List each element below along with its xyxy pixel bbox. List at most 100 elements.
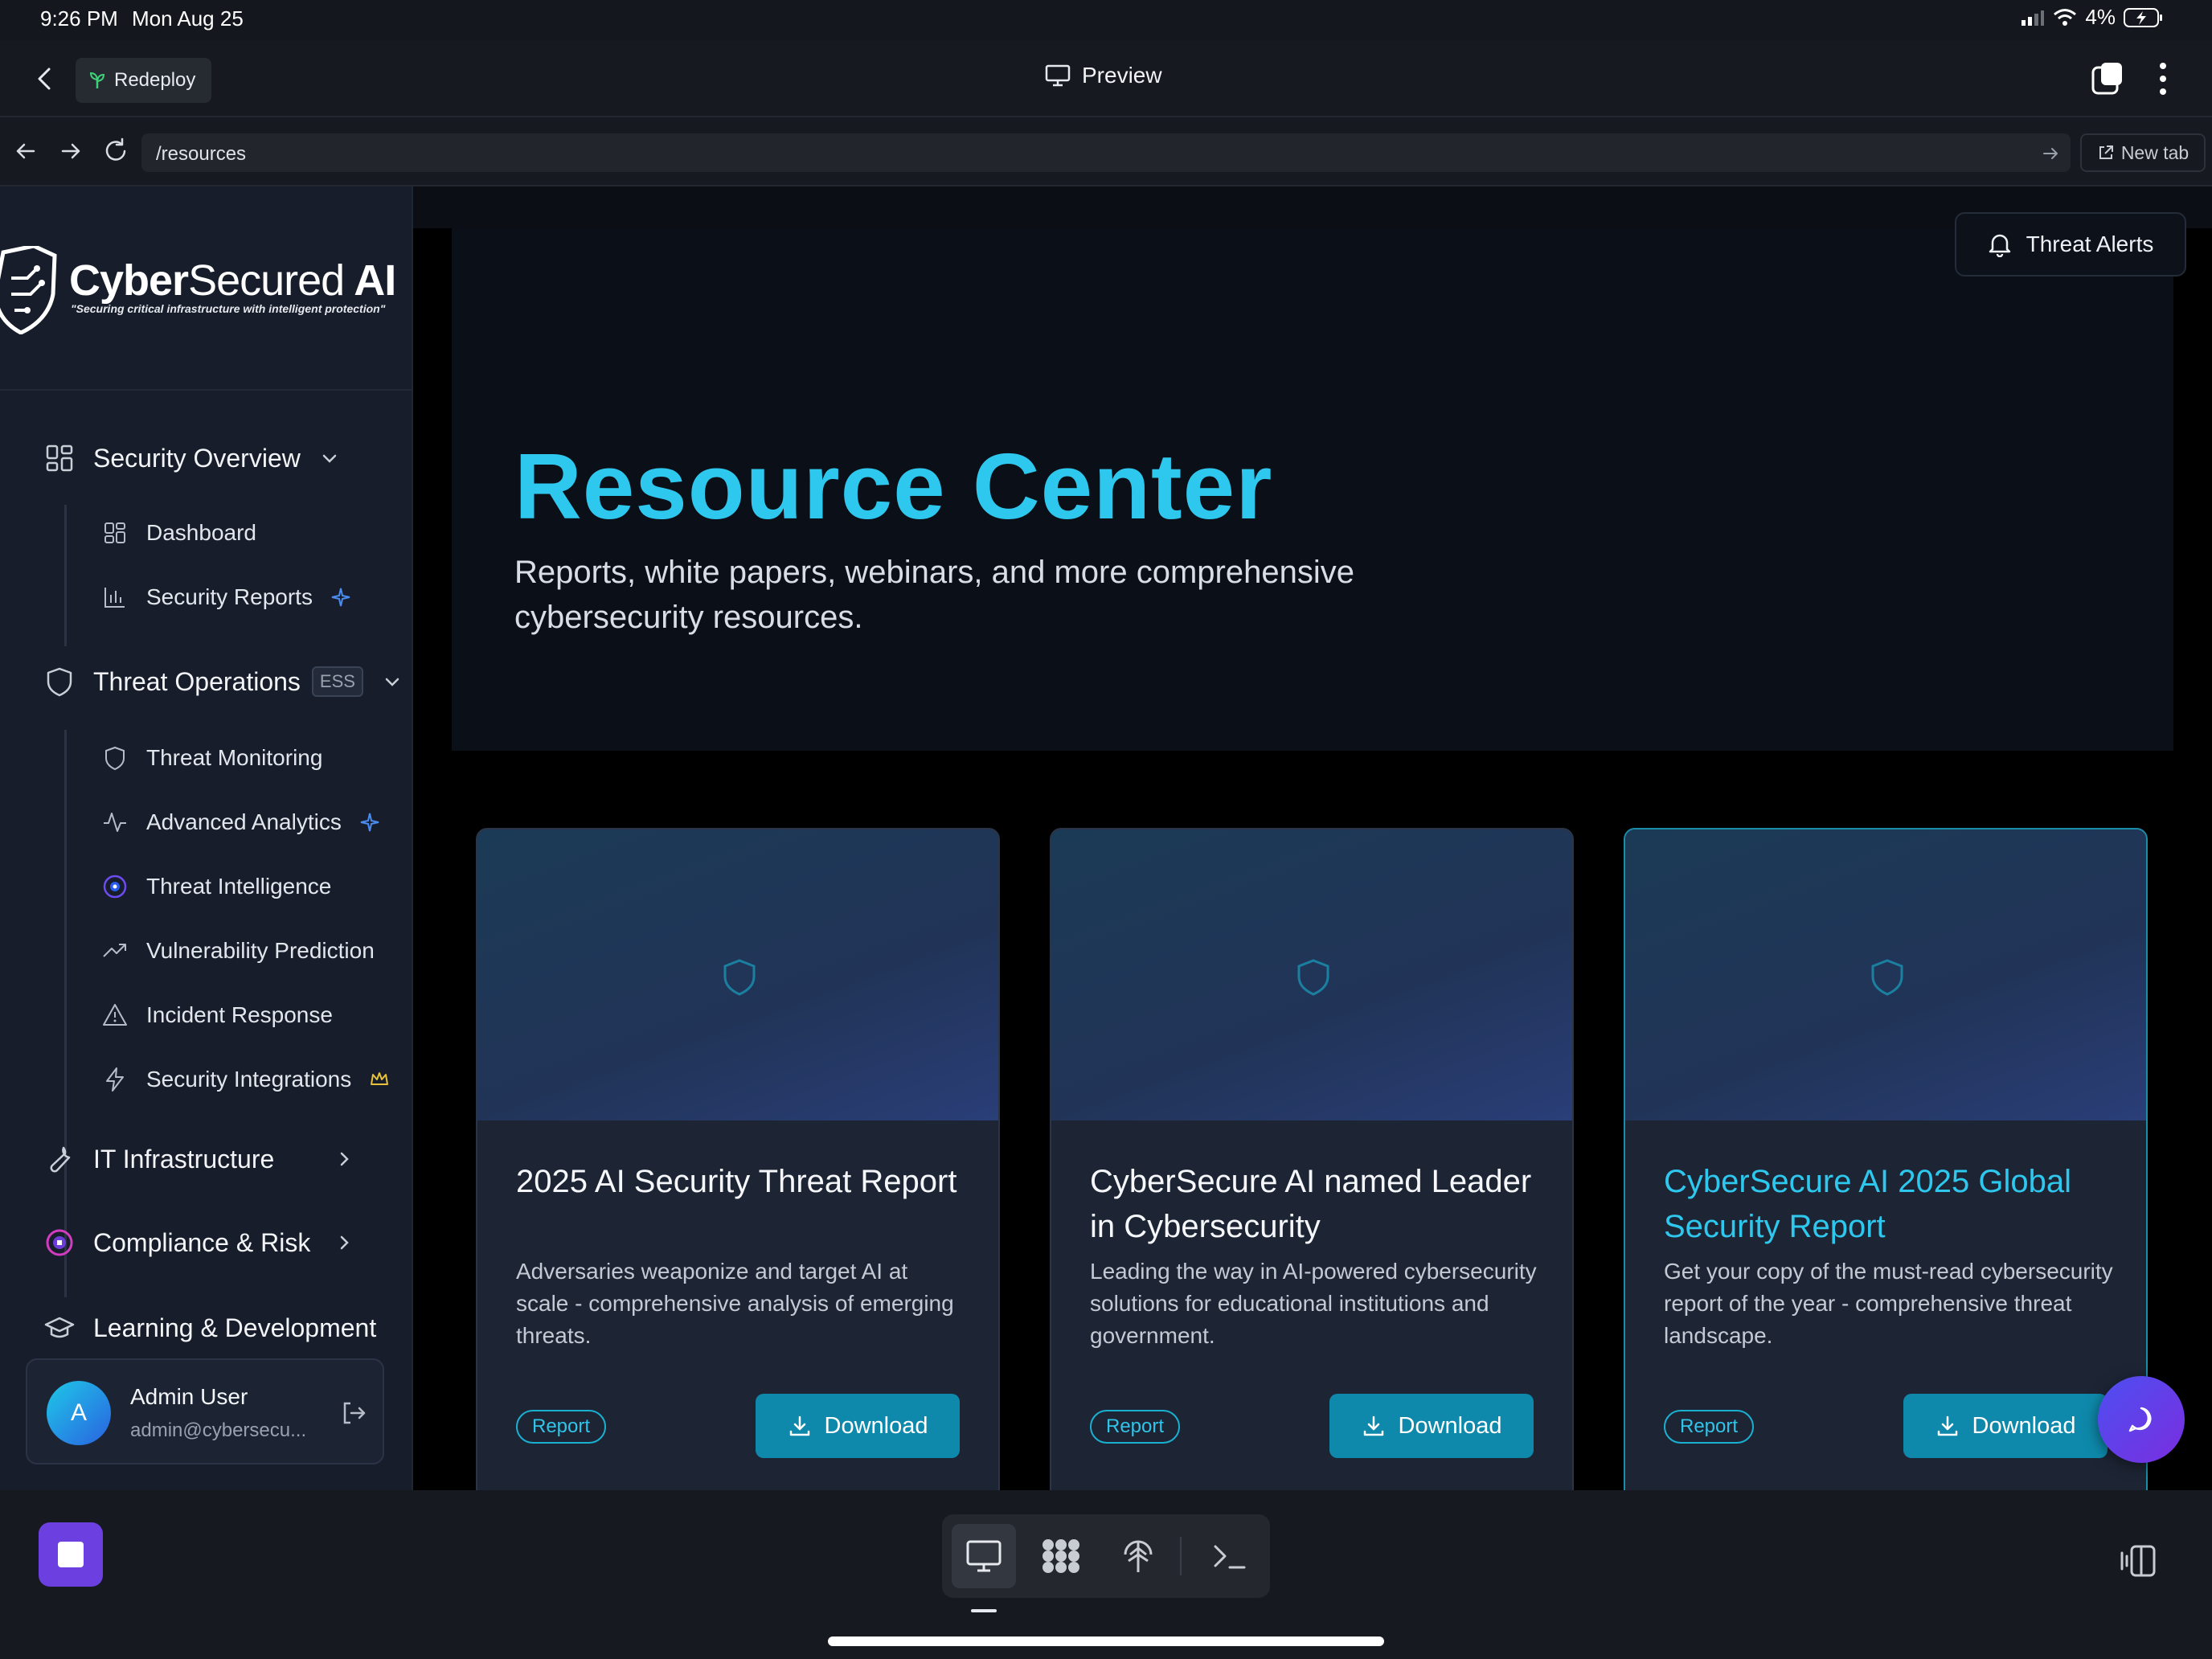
sidebar-item-label: Advanced Analytics: [146, 809, 342, 834]
sidebar-item-dashboard[interactable]: Dashboard: [101, 519, 256, 547]
nav-group-threat-operations[interactable]: Threat Operations ESS: [43, 666, 403, 698]
redeploy-button[interactable]: Redeploy: [76, 58, 212, 103]
browser-back-button[interactable]: [10, 135, 42, 167]
page-title: Resource Center: [514, 434, 1273, 539]
sidebar-item-incident-response[interactable]: Incident Response: [101, 1002, 333, 1029]
ess-badge: ESS: [311, 666, 363, 697]
go-button[interactable]: [2038, 141, 2062, 166]
sprout-icon: [88, 71, 106, 90]
download-icon: [789, 1415, 809, 1436]
arrow-right-icon: [61, 143, 80, 159]
nav-group-security-overview[interactable]: Security Overview: [43, 442, 341, 474]
graduation-cap-icon: [44, 1317, 75, 1338]
back-button[interactable]: [29, 63, 61, 95]
threat-alerts-label: Threat Alerts: [2026, 231, 2154, 256]
alert-triangle-icon: [103, 1004, 127, 1026]
sidebar-panel-icon: [2120, 1545, 2156, 1577]
main-content: Resource Center Reports, white papers, w…: [413, 186, 2212, 1490]
url-input[interactable]: /resources: [141, 133, 2071, 172]
more-options-button[interactable]: [2151, 59, 2175, 98]
sidebar-item-label: Dashboard: [146, 520, 256, 545]
bottom-toolbar: [0, 1490, 2212, 1659]
sidebar-item-security-reports[interactable]: Security Reports: [101, 584, 351, 611]
sparkle-icon: [360, 813, 379, 832]
card-title: CyberSecure AI named Leader in Cybersecu…: [1090, 1164, 1532, 1244]
brand-name-suffix: AI: [354, 256, 396, 305]
preview-tool-button[interactable]: [952, 1524, 1016, 1588]
brand-name: CyberSecured AI: [69, 256, 396, 305]
shield-icon: [47, 667, 72, 697]
monitor-icon: [966, 1540, 1002, 1572]
chat-button[interactable]: [2098, 1376, 2185, 1463]
nav-group-it-infrastructure[interactable]: IT Infrastructure: [43, 1143, 355, 1175]
nodes-icon: [1043, 1539, 1079, 1573]
home-indicator: [828, 1636, 1384, 1646]
sidebar-item-advanced-analytics[interactable]: Advanced Analytics: [101, 809, 380, 836]
nav-group-label: IT Infrastructure: [93, 1144, 275, 1174]
chevron-right-icon: [340, 1152, 349, 1166]
sidebar-item-label: Threat Monitoring: [146, 745, 323, 770]
tabs-button[interactable]: [2090, 61, 2125, 96]
more-vertical-icon: [2160, 63, 2166, 95]
resource-card[interactable]: CyberSecure AI named Leader in Cybersecu…: [1050, 828, 1574, 1490]
shield-icon: [1297, 959, 1329, 996]
grid-icon: [104, 522, 125, 543]
sidebar: CyberSecured AI "Securing critical infra…: [0, 186, 413, 1490]
resource-card[interactable]: 2025 AI Security Threat Report Adversari…: [476, 828, 1000, 1490]
download-label: Download: [1398, 1412, 1502, 1439]
user-profile-card[interactable]: A Admin User admin@cybersecu...: [26, 1358, 384, 1464]
sidebar-item-vulnerability-prediction[interactable]: Vulnerability Prediction: [101, 937, 375, 965]
card-tag: Report: [516, 1410, 607, 1444]
logout-button[interactable]: [339, 1399, 368, 1428]
hero-section: Resource Center Reports, white papers, w…: [452, 228, 2173, 751]
chat-bubble-icon: [2128, 1407, 2152, 1432]
shield-icon: [723, 959, 756, 996]
download-label: Download: [1972, 1412, 2076, 1439]
shield-icon: [1871, 959, 1903, 996]
sparkle-icon: [331, 588, 350, 607]
page-subtitle: Reports, white papers, webinars, and mor…: [514, 555, 1354, 635]
sidebar-item-threat-monitoring[interactable]: Threat Monitoring: [101, 744, 322, 772]
nav-rail: [64, 730, 67, 1297]
top-pattern: [413, 186, 2212, 228]
sidebar-item-label: Security Integrations: [146, 1067, 352, 1092]
nav-rail: [64, 505, 67, 646]
chevron-left-icon: [38, 68, 51, 90]
workflow-tool-button[interactable]: [1029, 1524, 1093, 1588]
sidebar-item-label: Threat Intelligence: [146, 874, 332, 899]
chevron-right-icon: [340, 1235, 349, 1250]
reload-button[interactable]: [100, 135, 132, 167]
download-button[interactable]: Download: [756, 1394, 960, 1458]
shield-circuit-logo-icon: [0, 246, 57, 334]
panel-toggle-button[interactable]: [2117, 1540, 2159, 1582]
card-title: CyberSecure AI 2025 Global Security Repo…: [1664, 1164, 2071, 1244]
eye-target-icon: [103, 875, 127, 899]
download-icon: [1363, 1415, 1383, 1436]
compliance-icon: [46, 1229, 73, 1256]
web-page: CyberSecured AI "Securing critical infra…: [0, 186, 2212, 1490]
stop-button[interactable]: [39, 1522, 103, 1587]
deploy-tool-button[interactable]: [1106, 1524, 1170, 1588]
card-description: Get your copy of the must-read cybersecu…: [1664, 1259, 2113, 1348]
preview-title: Preview: [1045, 63, 1162, 88]
download-button[interactable]: Download: [1329, 1394, 1534, 1458]
signal-icon: [2021, 9, 2045, 27]
sidebar-item-threat-intelligence[interactable]: Threat Intelligence: [101, 873, 331, 900]
browser-forward-button[interactable]: [55, 135, 87, 167]
app-header: Redeploy Preview: [0, 40, 2212, 117]
terminal-tool-button[interactable]: [1198, 1524, 1262, 1588]
download-button[interactable]: Download: [1903, 1394, 2108, 1458]
divider: [0, 389, 413, 391]
logout-icon: [343, 1402, 366, 1424]
card-description: Adversaries weaponize and target AI at s…: [516, 1259, 954, 1348]
nav-group-label: Threat Operations: [93, 666, 301, 696]
threat-alerts-button[interactable]: Threat Alerts: [1955, 212, 2186, 276]
wrench-icon: [50, 1146, 71, 1173]
sidebar-item-security-integrations[interactable]: Security Integrations: [101, 1066, 390, 1093]
resource-card[interactable]: CyberSecure AI 2025 Global Security Repo…: [1624, 828, 2148, 1490]
redeploy-label: Redeploy: [114, 69, 196, 91]
new-tab-button[interactable]: New tab: [2080, 133, 2206, 172]
sidebar-item-label: Security Reports: [146, 584, 313, 609]
nav-group-learning-development[interactable]: Learning & Development: [43, 1312, 376, 1344]
nav-group-compliance-risk[interactable]: Compliance & Risk: [43, 1227, 355, 1259]
